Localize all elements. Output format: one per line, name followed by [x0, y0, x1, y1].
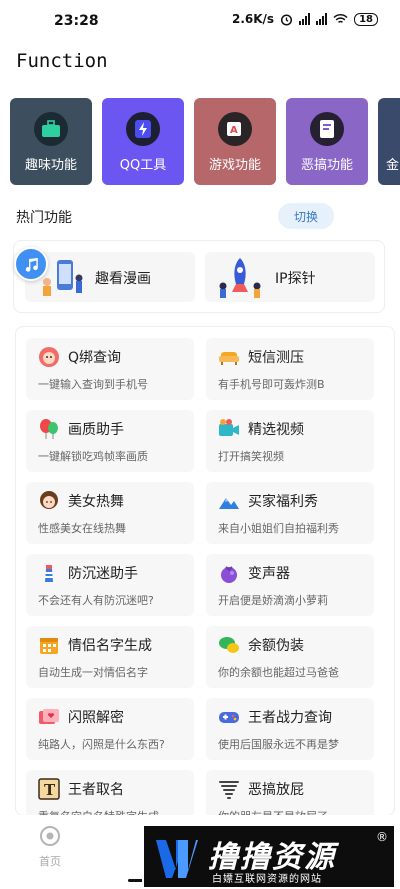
category-fun[interactable]: 趣味功能: [10, 98, 92, 185]
category-label: QQ工具: [119, 158, 167, 173]
feature-subtitle: 不会还有人有防沉迷吧?: [38, 594, 154, 607]
girl-icon: [40, 491, 58, 509]
hot-item-label: IP探针: [275, 271, 316, 287]
category-label: 金: [386, 158, 400, 173]
feature-subtitle: 一键输入查询到手机号: [38, 378, 148, 391]
watermark-reg: ®: [376, 830, 388, 844]
heart-mail-icon: [39, 709, 59, 724]
balloon-icon: [40, 419, 58, 439]
music-note-icon: [25, 258, 38, 272]
hot-item-comics[interactable]: 趣看漫画: [25, 252, 195, 302]
chat-icon: [219, 637, 239, 653]
feature-subtitle: 来自小姐姐们自拍福利秀: [218, 522, 339, 535]
nav-home-label: 首页: [39, 855, 61, 868]
hot-item-ip-probe[interactable]: IP探针: [205, 252, 375, 302]
feature-subtitle: 打开搞笑视频: [218, 450, 284, 463]
feature-selected-videos[interactable]: 精选视频 打开搞笑视频: [206, 410, 374, 472]
status-icons: 2.6K/s 18: [232, 12, 378, 26]
text-icon: T: [38, 778, 60, 800]
bag-icon: [221, 566, 237, 583]
battery-icon: 18: [354, 12, 378, 26]
category-more[interactable]: 金: [378, 98, 400, 185]
feature-subtitle: 一键解锁吃鸡帧率画质: [38, 450, 148, 463]
feature-dance[interactable]: 美女热舞 性感美女在线热舞: [26, 482, 194, 544]
feature-grid: Q绑查询 一键输入查询到手机号 短信测压 有手机号即可轰炸测B 画质助手 一键解…: [15, 326, 395, 816]
hot-item-label: 趣看漫画: [95, 271, 151, 287]
signal-icon: [299, 13, 311, 25]
feature-anti-addiction[interactable]: 防沉迷助手 不会还有人有防沉迷吧?: [26, 554, 194, 616]
alarm-icon: [281, 13, 293, 26]
home-icon: [40, 826, 60, 846]
feature-title: 短信测压: [248, 350, 304, 366]
rocket-illustration-icon: [219, 258, 261, 298]
feature-quality-helper[interactable]: 画质助手 一键解锁吃鸡帧率画质: [26, 410, 194, 472]
gamepad-icon: [219, 712, 239, 723]
category-prank[interactable]: 恶搞功能: [286, 98, 368, 185]
feature-couple-names[interactable]: 情侣名字生成 自动生成一对情侣名字: [26, 626, 194, 688]
feature-title: 王者战力查询: [248, 710, 332, 726]
feature-title: 恶搞放屁: [248, 782, 304, 798]
status-bar: 23:28 2.6K/s 18: [0, 0, 400, 44]
category-label: 恶搞功能: [300, 158, 353, 173]
feature-power-query[interactable]: 王者战力查询 使用后国服永远不再是梦: [206, 698, 374, 760]
category-label: 趣味功能: [24, 158, 77, 173]
feature-title: 闪照解密: [68, 710, 124, 726]
feature-subtitle: 有手机号即可轰炸测B: [218, 378, 325, 391]
app-title: Function: [16, 50, 108, 72]
category-qq[interactable]: QQ工具: [102, 98, 184, 185]
feature-subtitle: 开启便是娇滴滴小萝莉: [218, 594, 328, 607]
calendar-icon: [40, 638, 58, 654]
document-icon: [310, 112, 344, 146]
feature-subtitle: 自动生成一对情侣名字: [38, 666, 148, 679]
music-button[interactable]: [14, 247, 48, 281]
signal-2-icon: [316, 13, 328, 25]
net-speed: 2.6K/s: [231, 12, 275, 26]
mountain-icon: [219, 498, 239, 509]
feature-title: 余额伪装: [248, 638, 304, 654]
feature-subtitle: 性感美女在线热舞: [38, 522, 126, 535]
feature-title: 情侣名字生成: [68, 638, 152, 654]
feature-title: 变声器: [248, 566, 290, 582]
feature-q-bind-lookup[interactable]: Q绑查询 一键输入查询到手机号: [26, 338, 194, 400]
feature-sms-test[interactable]: 短信测压 有手机号即可轰炸测B: [206, 338, 374, 400]
feature-flash-photo[interactable]: 闪照解密 纯路人，闪照是什么东西?: [26, 698, 194, 760]
feature-title: 美女热舞: [68, 494, 124, 510]
feature-subtitle: 你的余额也能超过马爸爸: [218, 666, 339, 679]
feature-subtitle: 使用后国服永远不再是梦: [218, 738, 339, 751]
hot-section-title: 热门功能: [16, 210, 72, 226]
feature-voice-changer[interactable]: 变声器 开启便是娇滴滴小萝莉: [206, 554, 374, 616]
watermark-subtitle: 白嫖互联网资源的网站: [212, 874, 322, 885]
game-a-icon: A: [218, 112, 252, 146]
category-strip[interactable]: 趣味功能 QQ工具 A 游戏功能 恶搞功能 金: [10, 98, 400, 186]
logo-mark-icon: [156, 840, 198, 878]
feature-king-naming[interactable]: T 王者取名 重复名空白名特殊字生成: [26, 770, 194, 815]
feature-title: 画质助手: [68, 422, 124, 438]
feature-fart-prank[interactable]: 恶搞放屁 你的朋友是不是放屁了: [206, 770, 374, 815]
sofa-icon: [219, 352, 239, 365]
lighthouse-icon: [45, 565, 53, 582]
feature-buyer-show[interactable]: 买家福利秀 来自小姐姐们自拍福利秀: [206, 482, 374, 544]
feature-subtitle: 纯路人，闪照是什么东西?: [38, 738, 165, 751]
face-icon: [39, 347, 59, 367]
category-game[interactable]: A 游戏功能: [194, 98, 276, 185]
status-time: 23:28: [54, 13, 99, 29]
tornado-icon: [219, 781, 239, 799]
briefcase-icon: [34, 112, 68, 146]
feature-title: 精选视频: [248, 422, 304, 438]
feature-title: 买家福利秀: [248, 494, 318, 510]
svg-text:A: A: [230, 125, 238, 136]
feature-balance-fake[interactable]: 余额伪装 你的余额也能超过马爸爸: [206, 626, 374, 688]
switch-button[interactable]: 切换: [278, 203, 334, 229]
feature-title: 防沉迷助手: [68, 566, 138, 582]
category-label: 游戏功能: [208, 158, 261, 173]
lightning-icon: [126, 112, 160, 146]
svg-text:T: T: [44, 781, 56, 799]
feature-title: 王者取名: [68, 782, 124, 798]
wifi-icon: [333, 13, 348, 24]
watermark-logo: 撸撸资源 白嫖互联网资源的网站 ®: [142, 824, 396, 889]
nav-home[interactable]: 首页: [36, 825, 64, 869]
feature-title: Q绑查询: [68, 350, 122, 366]
video-icon: [219, 419, 239, 436]
